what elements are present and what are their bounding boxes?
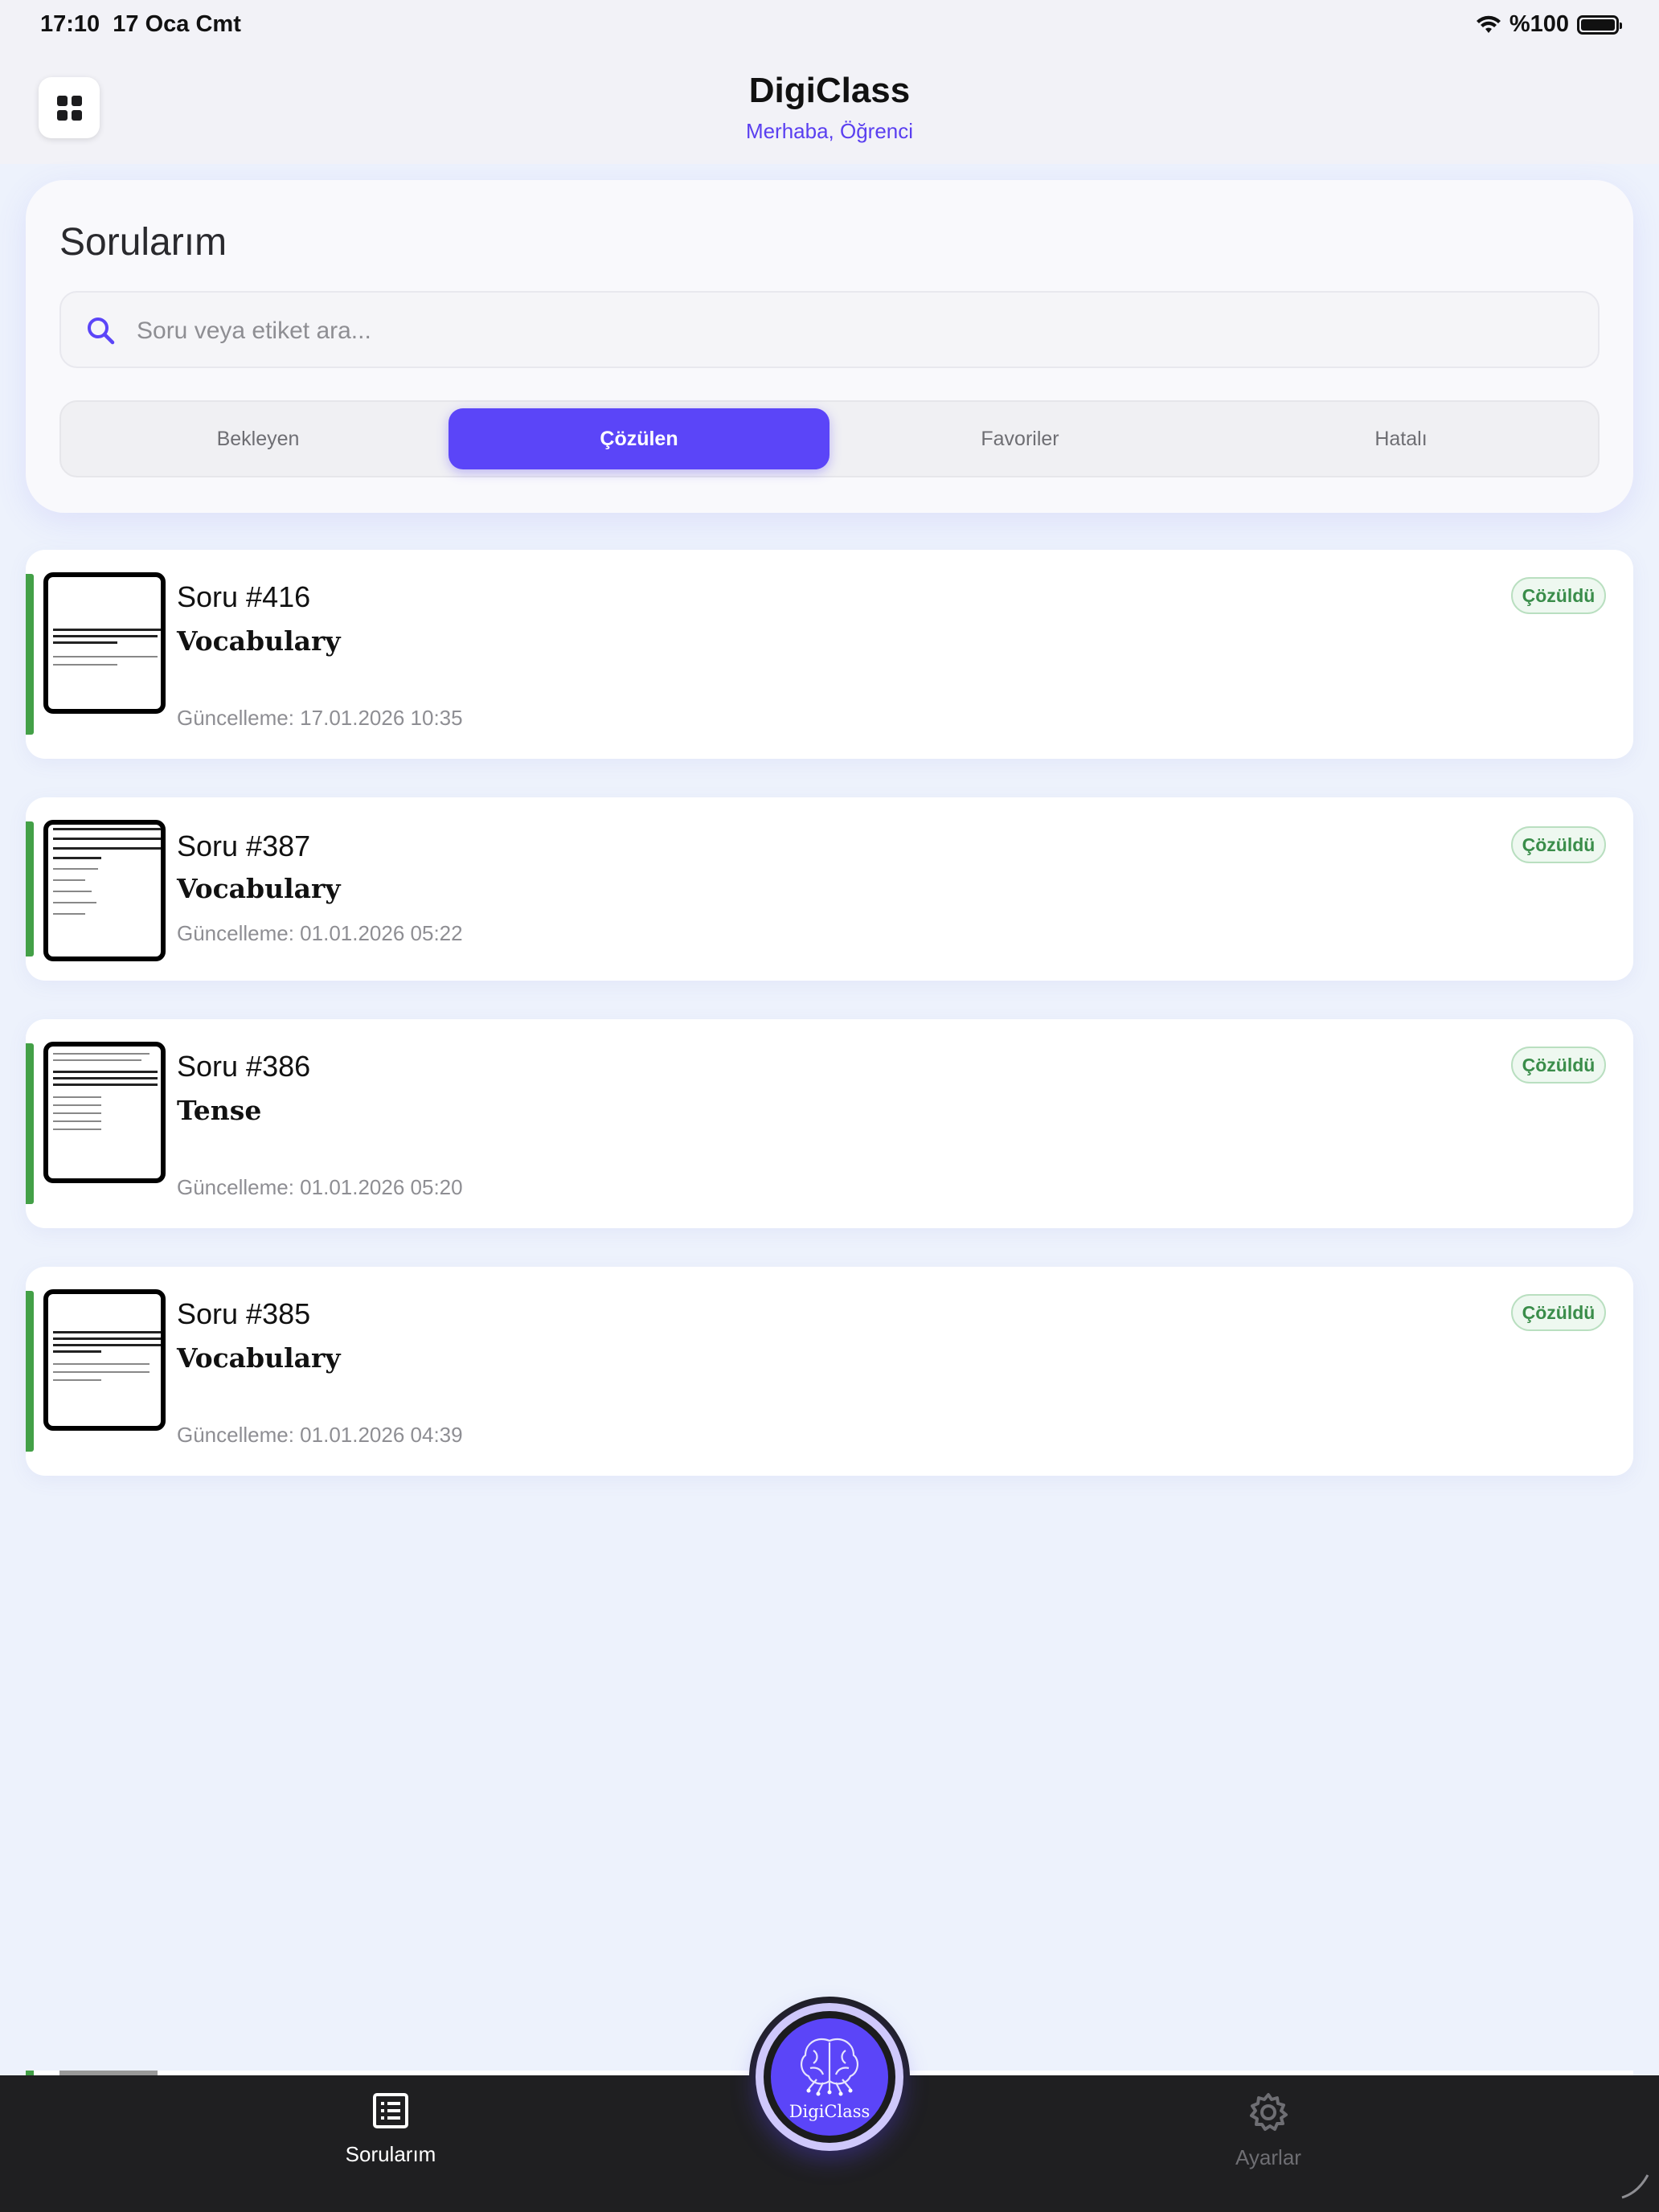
battery-percent: %100 xyxy=(1509,11,1569,37)
status-badge: Çözüldü xyxy=(1511,577,1606,614)
search-icon xyxy=(88,317,115,345)
question-tag: Vocabulary xyxy=(177,1342,341,1374)
question-number: Soru #385 xyxy=(177,1297,311,1330)
question-card[interactable]: Soru #385 Vocabulary Güncelleme: 01.01.2… xyxy=(26,1267,1633,1476)
question-updated: Güncelleme: 17.01.2026 10:35 xyxy=(177,706,463,730)
question-thumbnail xyxy=(43,820,166,961)
question-card[interactable]: Soru #386 Tense Güncelleme: 01.01.2026 0… xyxy=(26,1019,1633,1228)
solved-indicator xyxy=(26,1291,34,1452)
tab-wrong[interactable]: Hatalı xyxy=(1210,408,1591,469)
solved-indicator xyxy=(26,574,34,735)
question-updated: Güncelleme: 01.01.2026 04:39 xyxy=(177,1423,463,1447)
tab-pending[interactable]: Bekleyen xyxy=(68,408,449,469)
status-badge: Çözüldü xyxy=(1511,1047,1606,1083)
status-bar: 17:10 17 Oca Cmt %100 xyxy=(0,0,1659,51)
question-tag: Vocabulary xyxy=(177,873,341,904)
wifi-icon xyxy=(1476,15,1501,33)
page-title: Sorularım xyxy=(59,221,227,264)
tab-favorites[interactable]: Favoriler xyxy=(830,408,1210,469)
center-button-label: DigiClass xyxy=(789,2102,870,2121)
greeting-subtitle: Merhaba, Öğrenci xyxy=(745,119,914,143)
question-card[interactable]: Soru #387 Vocabulary Güncelleme: 01.01.2… xyxy=(26,797,1633,981)
question-thumbnail xyxy=(43,1042,166,1183)
digiclass-center-button[interactable]: DigiClass xyxy=(756,2003,903,2151)
status-badge: Çözüldü xyxy=(1511,826,1606,863)
status-indicators: %100 xyxy=(1476,11,1622,38)
status-badge: Çözüldü xyxy=(1511,1294,1606,1331)
question-thumbnail xyxy=(43,572,166,714)
search-box xyxy=(59,291,1600,368)
questions-filter-card: Sorularım Bekleyen Çözülen Favoriler Hat… xyxy=(26,180,1633,513)
question-number: Soru #386 xyxy=(177,1050,311,1083)
tab-solved[interactable]: Çözülen xyxy=(449,408,830,469)
nav-settings-label: Ayarlar xyxy=(1235,2145,1301,2169)
battery-icon xyxy=(1577,14,1622,35)
solved-indicator xyxy=(26,1043,34,1204)
app-title: DigiClass xyxy=(748,71,911,110)
status-tabs: Bekleyen Çözülen Favoriler Hatalı xyxy=(59,400,1600,477)
resize-handle-icon xyxy=(1621,2174,1649,2199)
nav-questions-label: Sorularım xyxy=(345,2142,436,2166)
list-icon xyxy=(373,2093,408,2128)
nav-questions[interactable]: Sorularım xyxy=(294,2091,487,2167)
brain-logo-icon xyxy=(801,2038,858,2096)
status-time: 17:10 17 Oca Cmt xyxy=(40,11,241,37)
question-tag: Tense xyxy=(177,1095,262,1126)
question-thumbnail xyxy=(43,1289,166,1431)
nav-settings[interactable]: Ayarlar xyxy=(1172,2091,1365,2170)
question-number: Soru #387 xyxy=(177,830,311,862)
gear-icon xyxy=(1250,2093,1288,2131)
question-tag: Vocabulary xyxy=(177,625,341,657)
search-input[interactable] xyxy=(137,309,1567,354)
question-number: Soru #416 xyxy=(177,580,311,613)
app-header: DigiClass Merhaba, Öğrenci xyxy=(0,51,1659,164)
question-card[interactable]: Soru #416 Vocabulary Güncelleme: 17.01.2… xyxy=(26,550,1633,759)
question-updated: Güncelleme: 01.01.2026 05:20 xyxy=(177,1175,463,1199)
solved-indicator xyxy=(26,821,34,956)
question-updated: Güncelleme: 01.01.2026 05:22 xyxy=(177,921,463,945)
